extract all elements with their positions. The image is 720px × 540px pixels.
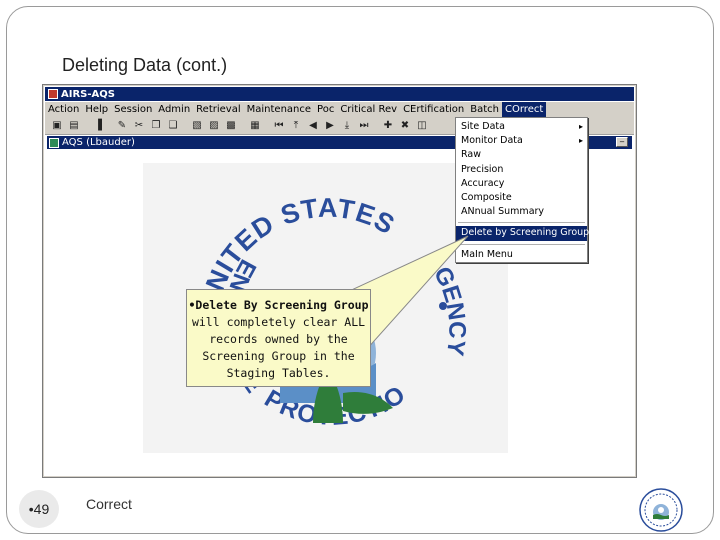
epa-logo-icon — [639, 488, 683, 532]
subwindow-title: AQS (Lbauder) — [62, 137, 135, 148]
save-icon[interactable]: ▣ — [49, 118, 65, 133]
insert-icon[interactable]: ✚ — [380, 118, 396, 133]
next-icon[interactable]: ▶ — [322, 118, 338, 133]
menu-option-annual-summary[interactable]: ANnual Summary — [456, 205, 587, 219]
submenu-arrow-icon: ▸ — [578, 136, 583, 146]
callout-box: •Delete By Screening Group will complete… — [186, 289, 371, 387]
exit-icon[interactable]: ▐ — [90, 118, 106, 133]
seal-dot-right — [439, 302, 447, 310]
window-titlebar: AIRS-AQS — [45, 87, 634, 101]
menubar: Action Help Session Admin Retrieval Main… — [45, 102, 634, 117]
callout-text: will completely clear ALL records owned … — [191, 315, 366, 380]
menu-option-delete-by-screening-group[interactable]: Delete by Screening Group — [456, 226, 589, 241]
window-title: AIRS-AQS — [61, 88, 115, 100]
cancel-query-icon[interactable]: ▩ — [223, 118, 239, 133]
menu-maintenance[interactable]: Maintenance — [244, 102, 314, 117]
top-icon[interactable]: ⤒ — [288, 118, 304, 133]
edit-icon[interactable]: ✎ — [114, 118, 130, 133]
menu-option-monitor-data[interactable]: Monitor Data ▸ — [456, 134, 587, 148]
cut-icon[interactable]: ✂ — [131, 118, 147, 133]
app-icon — [48, 89, 58, 99]
menu-certification[interactable]: CErtification — [400, 102, 467, 117]
bottom-icon[interactable]: ⤓ — [339, 118, 355, 133]
menu-poc[interactable]: Poc — [314, 102, 337, 117]
last-record-icon[interactable]: ⏭ — [356, 118, 372, 133]
callout-bold-text: •Delete By Screening Group — [188, 298, 369, 312]
clear-icon[interactable]: ◫ — [414, 118, 430, 133]
menu-session[interactable]: Session — [111, 102, 155, 117]
form-icon — [49, 137, 59, 148]
previous-icon[interactable]: ◀ — [305, 118, 321, 133]
submenu-arrow-icon: ▸ — [578, 122, 583, 131]
menu-option-composite[interactable]: Composite — [456, 191, 587, 205]
menu-option-main-menu[interactable]: MaIn Menu — [456, 248, 587, 262]
print-icon[interactable]: ▤ — [66, 118, 82, 133]
copy-icon[interactable]: ❐ — [148, 118, 164, 133]
menu-option-raw[interactable]: Raw — [456, 148, 587, 162]
delete-icon[interactable]: ✖ — [397, 118, 413, 133]
correct-menu-dropdown: Site Data ▸ Monitor Data ▸ Raw Precision A… — [455, 117, 589, 263]
menu-option-site-data[interactable]: Site Data ▸ — [456, 120, 587, 134]
slide-number: • 49 — [19, 490, 59, 528]
menu-retrieval[interactable]: Retrieval — [193, 102, 243, 117]
menu-separator — [458, 243, 585, 245]
query-icon[interactable]: ▧ — [189, 118, 205, 133]
slide-title: Deleting Data (cont.) — [62, 55, 228, 75]
menu-option-accuracy[interactable]: Accuracy — [456, 177, 587, 191]
list-icon[interactable]: ▦ — [247, 118, 263, 133]
menu-admin[interactable]: Admin — [155, 102, 193, 117]
menu-batch[interactable]: Batch — [467, 102, 502, 117]
execute-icon[interactable]: ▨ — [206, 118, 222, 133]
menu-action[interactable]: Action — [45, 102, 82, 117]
first-record-icon[interactable]: ⏮ — [271, 118, 287, 133]
minimize-button[interactable]: ‒ — [616, 137, 628, 147]
menu-separator — [458, 222, 585, 224]
menu-critical-rev[interactable]: Critical Rev — [337, 102, 400, 117]
menu-option-precision[interactable]: Precision — [456, 163, 587, 177]
menu-help[interactable]: Help — [82, 102, 111, 117]
footer-text: Correct — [86, 496, 132, 512]
paste-icon[interactable]: ❑ — [165, 118, 181, 133]
menu-correct[interactable]: COrrect — [502, 102, 547, 117]
